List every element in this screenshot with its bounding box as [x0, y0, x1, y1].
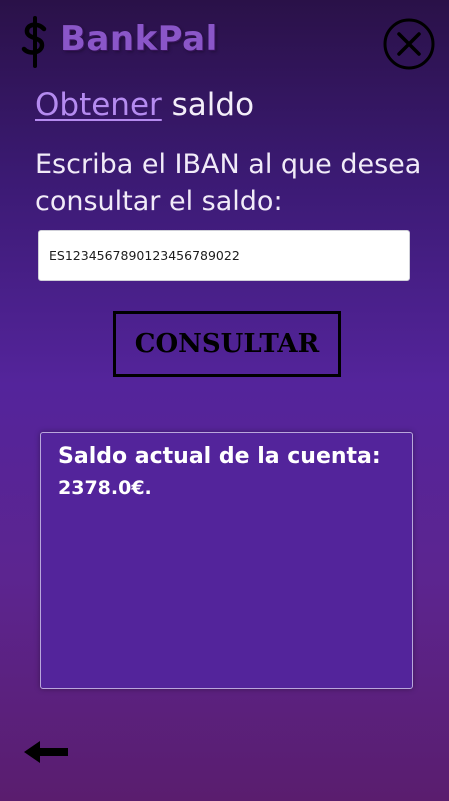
iban-input[interactable] [38, 230, 410, 281]
iban-prompt: Escriba el IBAN al que desea consultar e… [35, 149, 422, 217]
close-icon[interactable] [382, 17, 436, 71]
consult-button[interactable]: CONSULTAR [113, 311, 341, 377]
balance-result-box: Saldo actual de la cuenta: 2378.0€. [40, 432, 413, 689]
page-title: Obtener saldo [35, 87, 254, 123]
balance-value: 2378.0€. [58, 477, 152, 499]
currency-logo-icon [21, 16, 47, 68]
title-rest: saldo [161, 87, 255, 123]
app-brand: BankPal [60, 19, 218, 59]
title-link-obtener[interactable]: Obtener [35, 87, 162, 123]
arrow-left-icon[interactable] [22, 738, 70, 766]
balance-label: Saldo actual de la cuenta: [58, 444, 381, 469]
